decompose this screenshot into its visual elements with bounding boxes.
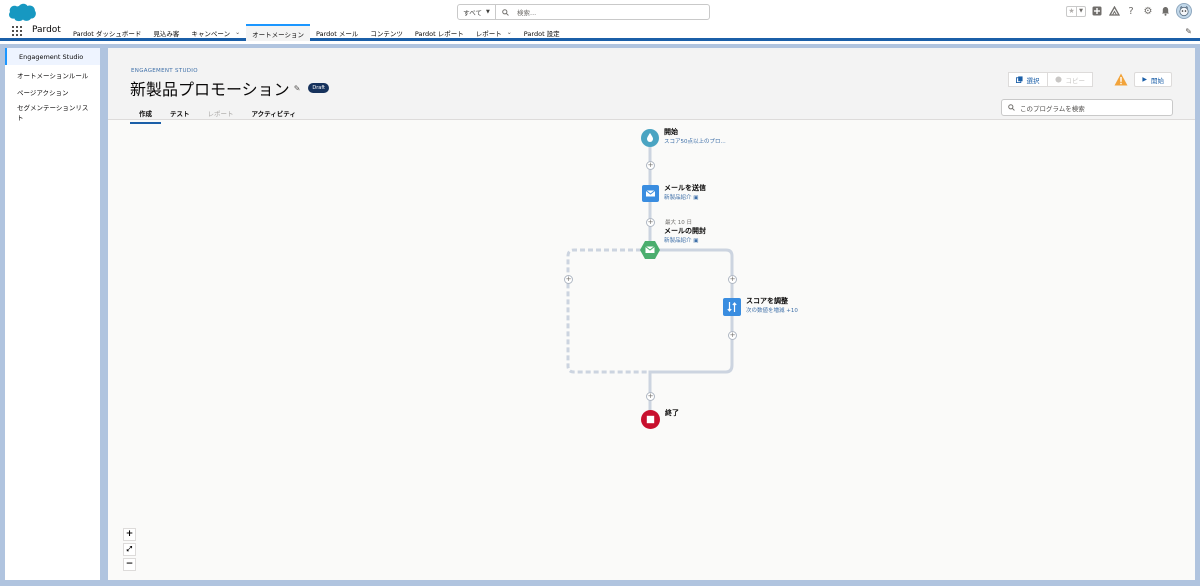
search-icon xyxy=(502,8,509,16)
edit-title-pencil-icon[interactable]: ✎ xyxy=(294,84,301,93)
sidebar-item-automation-rules[interactable]: オートメーションルール xyxy=(5,65,100,82)
setup-gear-icon[interactable]: ⚙ xyxy=(1142,5,1154,17)
flow-open-email-trigger-node[interactable] xyxy=(639,240,661,260)
nav-item-pardot-settings[interactable]: Pardot 設定 xyxy=(518,24,566,41)
adjust-score-label: スコアを調整 xyxy=(746,297,788,305)
zoom-out-button[interactable]: − xyxy=(123,558,136,571)
sidebar-item-page-actions[interactable]: ページアクション xyxy=(5,82,100,99)
caret-down-icon: ▼ xyxy=(485,9,490,15)
avatar[interactable] xyxy=(1176,3,1192,19)
chevron-down-icon[interactable]: ⌄ xyxy=(235,29,240,36)
end-node-label: 終了 xyxy=(665,409,679,417)
adjust-score-value[interactable]: 次の数値を増減 +10 xyxy=(746,306,798,314)
select-button[interactable]: 選択 xyxy=(1007,72,1048,87)
add-step-plus-icon[interactable]: + xyxy=(564,275,573,284)
nav-item-prospects[interactable]: 見込み客 xyxy=(147,24,185,41)
program-action-buttons: 選択 コピー xyxy=(1007,72,1093,87)
global-header: すべて ▼ 検索... ★ ▼ ? ⚙ xyxy=(0,0,1200,24)
preview-icon[interactable]: ▣ xyxy=(693,238,698,244)
nav-item-pardot-dashboard[interactable]: Pardot ダッシュボード xyxy=(67,24,147,41)
zoom-in-button[interactable]: + xyxy=(123,528,136,541)
program-eyebrow: ENGAGEMENT STUDIO xyxy=(131,68,198,74)
search-icon xyxy=(1008,104,1015,111)
tab-report: レポート xyxy=(207,110,234,118)
trailhead-icon[interactable] xyxy=(1108,5,1120,17)
warning-icon[interactable] xyxy=(1114,73,1128,86)
search-scope-select[interactable]: すべて ▼ xyxy=(458,5,496,19)
nav-items: Pardot ダッシュボード 見込み客 キャンペーン ⌄ オートメーション Par… xyxy=(67,24,566,41)
start-node-criteria[interactable]: スコア50点以上のプロ... xyxy=(664,137,726,145)
header-utility-icons: ★ ▼ ? ⚙ xyxy=(1066,3,1192,19)
status-badge: Draft xyxy=(308,83,329,93)
favorites-star-icon[interactable]: ★ xyxy=(1067,7,1076,16)
flow-send-email-node[interactable] xyxy=(642,185,659,202)
nav-item-pardot-reports[interactable]: Pardot レポート xyxy=(409,24,470,41)
edit-nav-pencil-icon[interactable]: ✎ xyxy=(1185,27,1192,36)
nav-item-pardot-email[interactable]: Pardot メール xyxy=(310,24,364,41)
program-header: ENGAGEMENT STUDIO 新製品プロモーション ✎ Draft 作成 … xyxy=(108,48,1195,124)
nav-item-automation[interactable]: オートメーション xyxy=(246,24,310,41)
send-email-template[interactable]: 新製品紹介 ▣ xyxy=(664,193,698,201)
nav-item-reports[interactable]: レポート ⌄ xyxy=(470,24,518,41)
preview-icon[interactable]: ▣ xyxy=(693,195,698,201)
program-title: 新製品プロモーション xyxy=(130,80,290,99)
play-icon: ▶ xyxy=(1142,76,1147,83)
app-navigation-bar: Pardot Pardot ダッシュボード 見込み客 キャンペーン ⌄ オートメー… xyxy=(0,24,1200,41)
copy-icon xyxy=(1054,76,1062,83)
open-email-wait: 最大 10 日 xyxy=(665,220,692,226)
copy-button: コピー xyxy=(1047,72,1093,87)
page-title: 新製品プロモーション ✎ Draft xyxy=(130,76,329,100)
help-icon[interactable]: ? xyxy=(1125,5,1137,17)
open-email-template[interactable]: 新製品紹介 ▣ xyxy=(664,236,698,244)
open-email-label: メールの開封 xyxy=(664,227,706,235)
nav-item-content[interactable]: コンテンツ xyxy=(364,24,409,41)
sidebar-item-engagement-studio[interactable]: Engagement Studio xyxy=(5,48,100,65)
tab-test[interactable]: テスト xyxy=(161,106,199,124)
add-step-plus-icon[interactable]: + xyxy=(646,218,655,227)
program-search-input[interactable]: このプログラムを検索 xyxy=(1001,99,1173,116)
automation-sidebar: Engagement Studio オートメーションルール ページアクション セ… xyxy=(5,48,100,580)
flow-start-node[interactable] xyxy=(641,129,659,147)
add-icon[interactable] xyxy=(1091,5,1103,17)
app-name: Pardot xyxy=(32,25,61,35)
search-input[interactable]: 検索... xyxy=(496,7,709,17)
add-step-plus-icon[interactable]: + xyxy=(728,275,737,284)
add-step-plus-icon[interactable]: + xyxy=(646,392,655,401)
send-email-label: メールを送信 xyxy=(664,184,706,192)
global-search: すべて ▼ 検索... xyxy=(457,4,710,20)
flow-adjust-score-node[interactable] xyxy=(723,298,741,316)
tab-activity[interactable]: アクティビティ xyxy=(243,106,305,124)
tab-build[interactable]: 作成 xyxy=(130,106,161,124)
favorites-group: ★ ▼ xyxy=(1066,5,1086,17)
app-launcher-icon[interactable] xyxy=(12,26,22,36)
nav-item-campaigns[interactable]: キャンペーン ⌄ xyxy=(185,24,246,41)
select-icon xyxy=(1015,76,1023,83)
salesforce-logo[interactable] xyxy=(7,3,37,23)
chevron-down-icon[interactable]: ⌄ xyxy=(507,29,512,36)
add-step-plus-icon[interactable]: + xyxy=(646,161,655,170)
zoom-controls: + ⤢ − xyxy=(123,528,136,571)
program-tabs: 作成 テスト レポート アクティビティ xyxy=(130,106,305,124)
favorites-list-icon[interactable]: ▼ xyxy=(1076,6,1085,16)
start-button[interactable]: ▶ 開始 xyxy=(1134,72,1172,87)
start-node-label: 開始 xyxy=(664,128,678,136)
notification-bell-icon[interactable] xyxy=(1159,5,1171,17)
sidebar-item-segmentation-lists[interactable]: セグメンテーションリスト xyxy=(5,99,100,129)
flow-end-node[interactable] xyxy=(641,410,660,429)
engagement-program-panel: ENGAGEMENT STUDIO 新製品プロモーション ✎ Draft 作成 … xyxy=(108,48,1195,580)
add-step-plus-icon[interactable]: + xyxy=(728,331,737,340)
fit-to-screen-button[interactable]: ⤢ xyxy=(123,543,136,556)
